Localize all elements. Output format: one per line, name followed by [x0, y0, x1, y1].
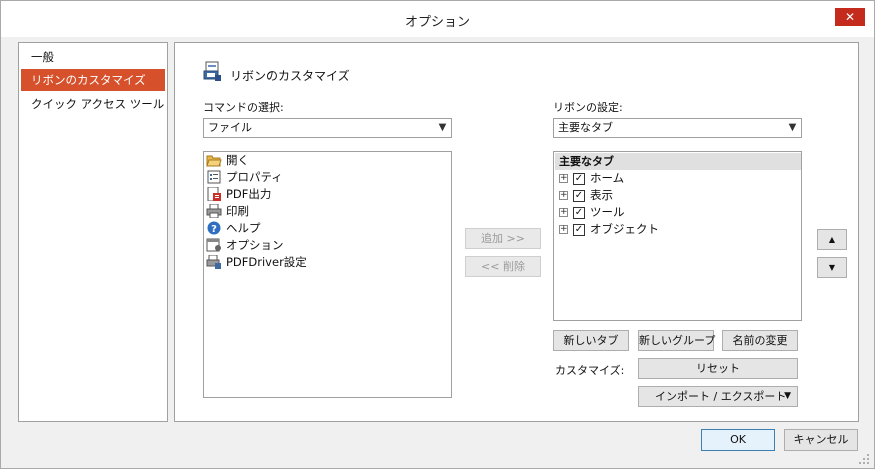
list-item-label: PDF出力	[226, 187, 272, 201]
tab-checkbox-object[interactable]: ✓	[573, 223, 585, 236]
list-item-label: PDFDriver設定	[226, 255, 307, 269]
close-icon: ✕	[844, 10, 856, 24]
list-item[interactable]: PDFDriver設定	[206, 254, 307, 271]
tab-checkbox-tools[interactable]: ✓	[573, 206, 585, 219]
printer-icon	[206, 203, 222, 218]
window-title: オプション	[404, 15, 470, 30]
rename-button[interactable]: 名前の変更	[722, 330, 798, 351]
ribbon-customize-panel: リボンのカスタマイズ コマンドの選択: ファイル ▼ 開く プロパティ PDF出…	[174, 42, 859, 422]
tab-checkbox-home[interactable]: ✓	[573, 172, 585, 185]
list-item-label: ヘルプ	[226, 221, 261, 235]
reset-button[interactable]: リセット	[638, 358, 798, 379]
arrow-up-icon: ▲	[828, 235, 836, 244]
resize-grip-icon[interactable]	[858, 453, 870, 465]
chevron-down-icon: ▼	[784, 391, 791, 401]
list-item-label: プロパティ	[226, 170, 283, 184]
customize-label: カスタマイズ:	[555, 364, 625, 377]
tree-item-label: ツール	[590, 205, 625, 219]
nav-item-ribbon-customize[interactable]: リボンのカスタマイズ	[21, 69, 165, 91]
expand-icon[interactable]: +	[559, 191, 568, 200]
tree-header: 主要なタブ	[555, 153, 801, 170]
tab-checkbox-view[interactable]: ✓	[573, 189, 585, 202]
tree-item-home[interactable]: + ✓ ホーム	[559, 170, 624, 187]
move-down-button[interactable]: ▼	[817, 257, 847, 278]
ribbon-tab-tree[interactable]: 主要なタブ + ✓ ホーム + ✓ 表示 + ✓ ツール + ✓ オブジェクト	[553, 151, 802, 321]
close-button[interactable]: ✕	[835, 8, 865, 26]
list-item[interactable]: PDF出力	[206, 186, 271, 203]
pdf-output-icon	[206, 186, 222, 201]
tree-item-label: ホーム	[590, 171, 625, 185]
options-icon	[206, 238, 222, 252]
title-bar: オプション ✕	[1, 1, 874, 37]
import-export-label: インポート / エクスポート	[655, 390, 787, 403]
command-list[interactable]: 開く プロパティ PDF出力 印刷 ? ヘルプ オプション PDFDriver設…	[203, 151, 452, 398]
cancel-button[interactable]: キャンセル	[784, 429, 858, 451]
ribbon-tab-select-value: 主要なタブ	[558, 121, 613, 134]
new-group-button[interactable]: 新しいグループ	[638, 330, 715, 351]
pdfdriver-settings-icon	[206, 254, 222, 269]
list-item-label: 印刷	[226, 204, 249, 218]
nav-item-general[interactable]: 一般	[21, 46, 165, 68]
open-folder-icon	[206, 153, 222, 167]
import-export-button[interactable]: インポート / エクスポート ▼	[638, 386, 798, 407]
chevron-down-icon: ▼	[438, 122, 447, 133]
expand-icon[interactable]: +	[559, 225, 568, 234]
expand-icon[interactable]: +	[559, 208, 568, 217]
command-select-label: コマンドの選択:	[203, 101, 284, 114]
ribbon-settings-label: リボンの設定:	[553, 101, 623, 114]
options-dialog: オプション ✕ 一般 リボンのカスタマイズ クイック アクセス ツール リボンの…	[0, 0, 875, 469]
list-item[interactable]: オプション	[206, 237, 284, 254]
svg-text:?: ?	[211, 224, 217, 235]
tree-item-label: オブジェクト	[590, 222, 659, 236]
tree-item-view[interactable]: + ✓ 表示	[559, 187, 613, 204]
chevron-down-icon: ▼	[788, 122, 797, 133]
add-button[interactable]: 追加 >>	[465, 228, 541, 249]
tree-item-tools[interactable]: + ✓ ツール	[559, 204, 625, 221]
list-item-label: オプション	[226, 238, 284, 252]
command-category-value: ファイル	[208, 121, 252, 134]
properties-icon	[206, 170, 222, 184]
nav-item-quick-access-toolbar[interactable]: クイック アクセス ツール	[21, 93, 165, 115]
tree-item-label: 表示	[590, 188, 613, 202]
page-title: リボンのカスタマイズ	[230, 69, 350, 83]
list-item[interactable]: プロパティ	[206, 169, 283, 186]
list-item[interactable]: ? ヘルプ	[206, 220, 261, 237]
remove-button[interactable]: << 削除	[465, 256, 541, 277]
list-item-label: 開く	[226, 153, 249, 167]
help-icon: ?	[206, 221, 222, 235]
list-item[interactable]: 印刷	[206, 203, 249, 220]
ribbon-tab-select[interactable]: 主要なタブ ▼	[553, 118, 802, 138]
tree-item-object[interactable]: + ✓ オブジェクト	[559, 221, 659, 238]
options-nav: 一般 リボンのカスタマイズ クイック アクセス ツール	[18, 42, 168, 422]
ok-button[interactable]: OK	[701, 429, 775, 451]
command-category-select[interactable]: ファイル ▼	[203, 118, 452, 138]
new-tab-button[interactable]: 新しいタブ	[553, 330, 629, 351]
arrow-down-icon: ▼	[828, 263, 836, 272]
expand-icon[interactable]: +	[559, 174, 568, 183]
move-up-button[interactable]: ▲	[817, 229, 847, 250]
ribbon-customize-icon	[203, 61, 223, 83]
list-item[interactable]: 開く	[206, 152, 249, 169]
